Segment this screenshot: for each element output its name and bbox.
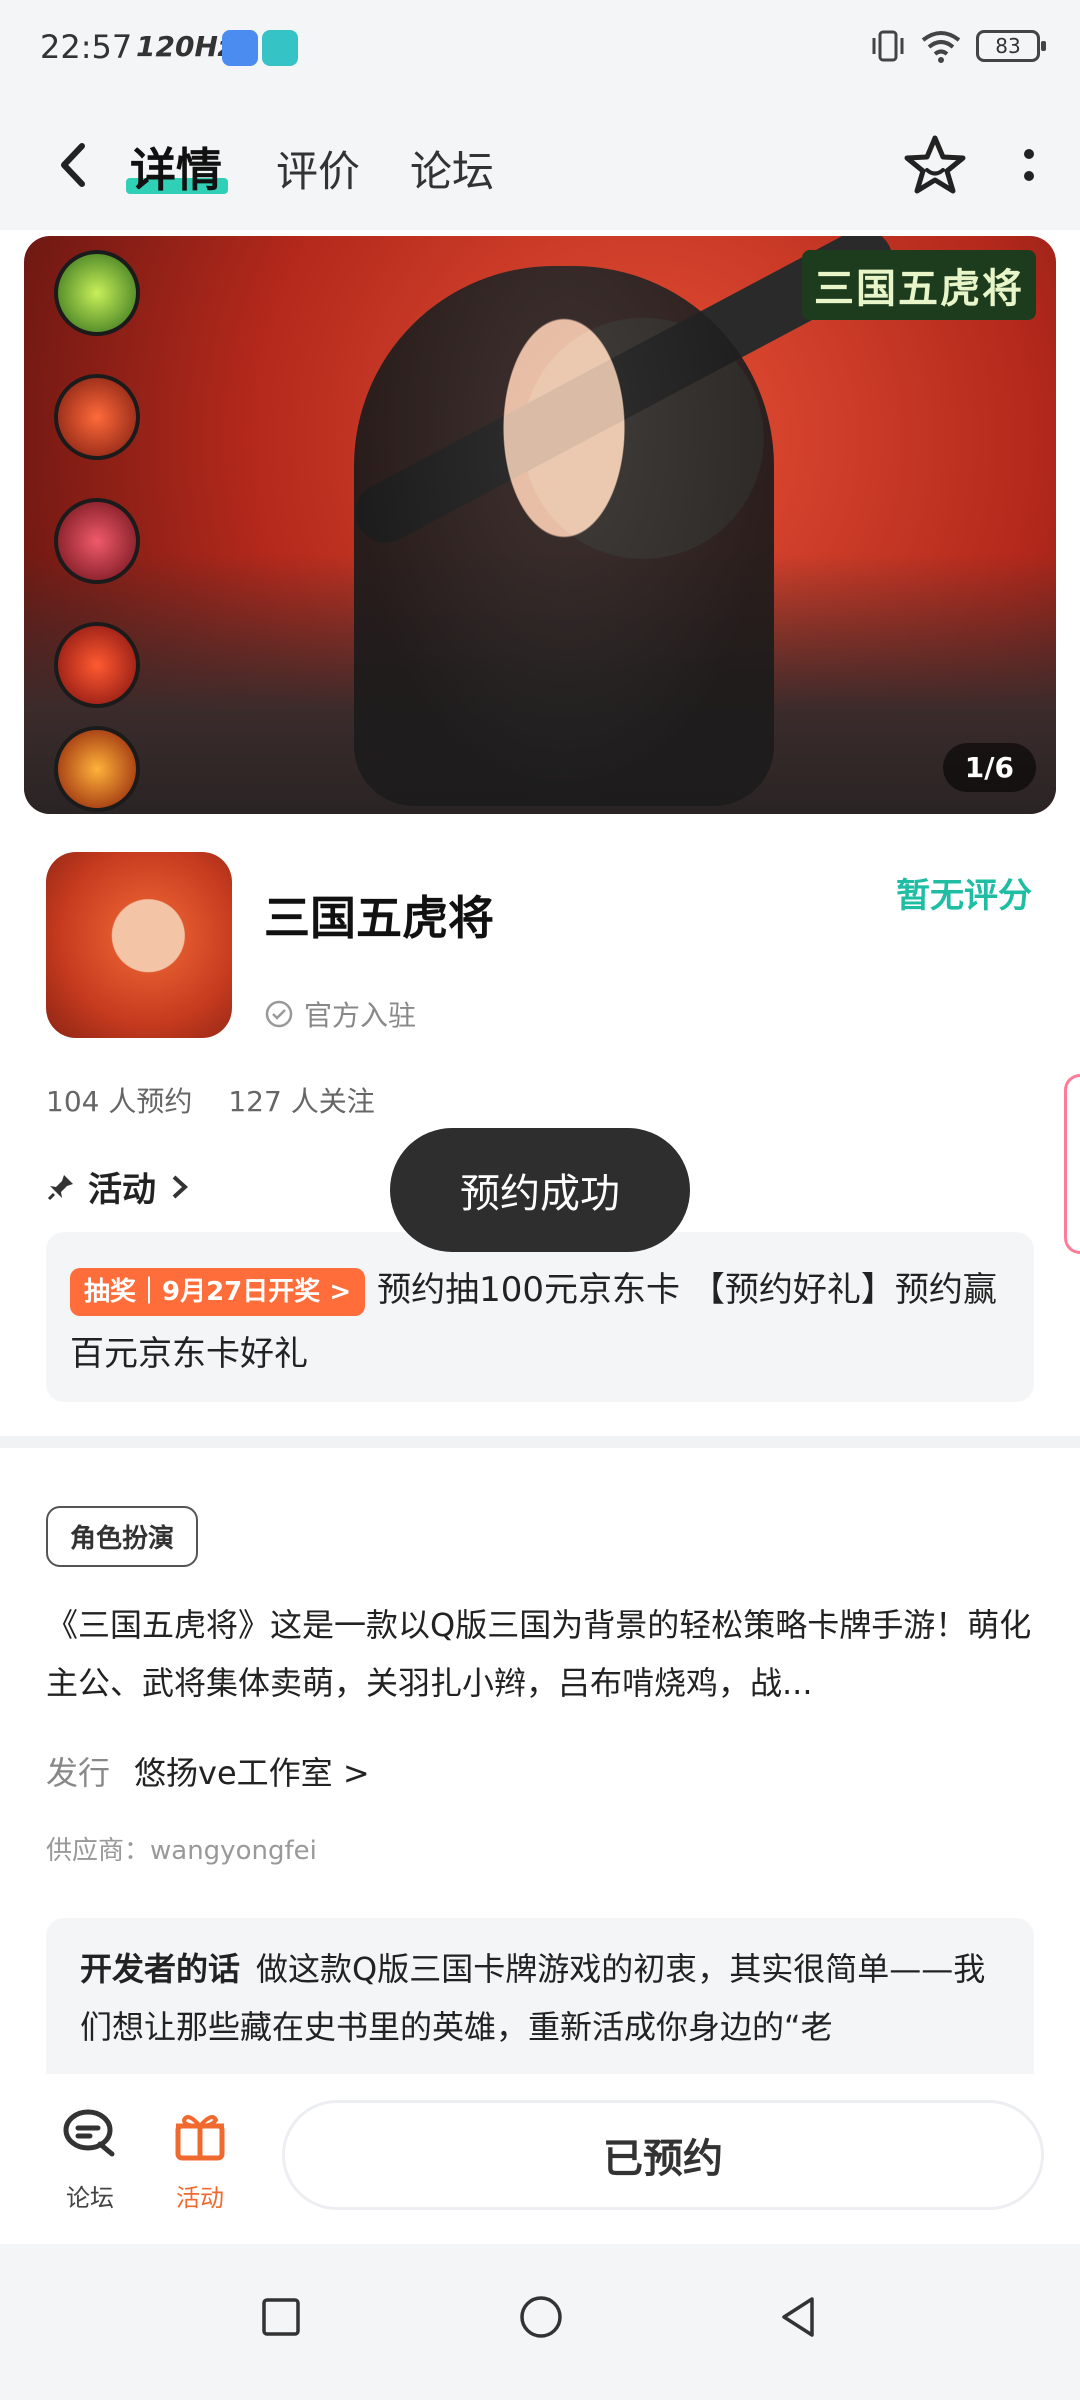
forum-shortcut[interactable]: 论坛 — [50, 2104, 130, 2213]
game-banner[interactable]: 三国五虎将 1/6 — [24, 236, 1056, 814]
activity-section-header[interactable]: 活动 — [46, 1162, 192, 1211]
section-divider — [0, 1436, 1080, 1448]
publisher-name[interactable]: 悠扬ve工作室 > — [134, 1748, 370, 1794]
banner-counter: 1/6 — [942, 743, 1036, 792]
rating-label[interactable]: 暂无评分 — [896, 868, 1032, 917]
official-badge: 官方入驻 — [264, 994, 416, 1034]
publisher-label: 发行 — [46, 1754, 111, 1792]
activity-card[interactable]: 抽奖｜9月27日开奖 > 预约抽100元京东卡 【预约好礼】预约赢百元京东卡好礼 — [46, 1232, 1034, 1402]
official-label: 官方入驻 — [304, 999, 417, 1032]
reserved-button[interactable]: 已预约 — [282, 2100, 1044, 2210]
genre-tag[interactable]: 角色扮演 — [46, 1506, 199, 1567]
favorite-star-icon[interactable] — [900, 130, 970, 200]
status-bar: 22:57 120Hz 83 — [0, 0, 1080, 100]
forum-shortcut-label: 论坛 — [66, 2184, 114, 2212]
activity-title: 活动 — [88, 1170, 156, 1210]
forum-icon — [63, 2109, 115, 2157]
floating-edge-tab[interactable] — [1064, 1074, 1080, 1254]
skill-orb-icon — [54, 250, 140, 336]
vibrate-icon — [872, 30, 904, 62]
app-icon — [46, 852, 232, 1038]
home-icon[interactable] — [518, 2294, 564, 2340]
lottery-badge[interactable]: 抽奖｜9月27日开奖 > — [70, 1267, 366, 1316]
refresh-rate: 120Hz — [136, 30, 235, 63]
banner-hero-figure — [354, 266, 774, 806]
developer-note-title: 开发者的话 — [80, 1950, 241, 1988]
tab-forum[interactable]: 论坛 — [410, 138, 494, 199]
back-icon[interactable] — [50, 140, 100, 190]
status-right: 83 — [870, 28, 1046, 64]
wifi-icon — [921, 31, 961, 63]
follower-count: 127 人关注 — [228, 1085, 375, 1118]
developer-note-card[interactable]: 开发者的话 做这款Q版三国卡牌游戏的初衷，其实很简单——我们想让那些藏在史书里的英… — [46, 1918, 1034, 2094]
tab-reviews[interactable]: 评价 — [276, 138, 360, 199]
recent-apps-icon[interactable] — [258, 2294, 304, 2340]
gift-icon — [175, 2115, 225, 2161]
skill-orb-icon — [54, 374, 140, 460]
activity-shortcut-label: 活动 — [176, 2184, 224, 2212]
app-stats: 104 人预约 127 人关注 — [46, 1080, 375, 1120]
banner-logo: 三国五虎将 — [802, 250, 1036, 320]
chevron-right-icon — [172, 1175, 188, 1198]
skill-orb-icon — [54, 498, 140, 584]
app-notification-icon — [262, 30, 298, 66]
back-nav-icon[interactable] — [776, 2294, 822, 2340]
skill-orb-icon — [54, 726, 140, 812]
toast-message: 预约成功 — [390, 1128, 690, 1252]
tab-details[interactable]: 详情 — [130, 134, 222, 200]
reservation-count: 104 人预约 — [46, 1085, 193, 1118]
system-nav-bar — [0, 2244, 1080, 2400]
verified-check-icon — [265, 1000, 293, 1028]
app-name: 三国五虎将 — [264, 891, 494, 945]
skill-orb-icon — [54, 622, 140, 708]
supplier-info: 供应商：wangyongfei — [46, 1836, 317, 1866]
pin-icon — [47, 1174, 73, 1200]
game-description[interactable]: 《三国五虎将》这是一款以Q版三国为背景的轻松策略卡牌手游！萌化主公、武将集体卖萌… — [46, 1596, 1034, 1712]
notification-icon — [222, 30, 258, 66]
bottom-action-bar: 论坛 活动 已预约 — [0, 2074, 1080, 2244]
top-nav: 详情 评价 论坛 — [0, 100, 1080, 230]
battery-indicator: 83 — [976, 30, 1046, 62]
activity-shortcut[interactable]: 活动 — [160, 2104, 240, 2213]
publisher-row[interactable]: 发行 悠扬ve工作室 > — [46, 1748, 370, 1794]
status-time: 22:57 — [40, 28, 133, 66]
more-options-icon[interactable] — [1014, 144, 1044, 194]
